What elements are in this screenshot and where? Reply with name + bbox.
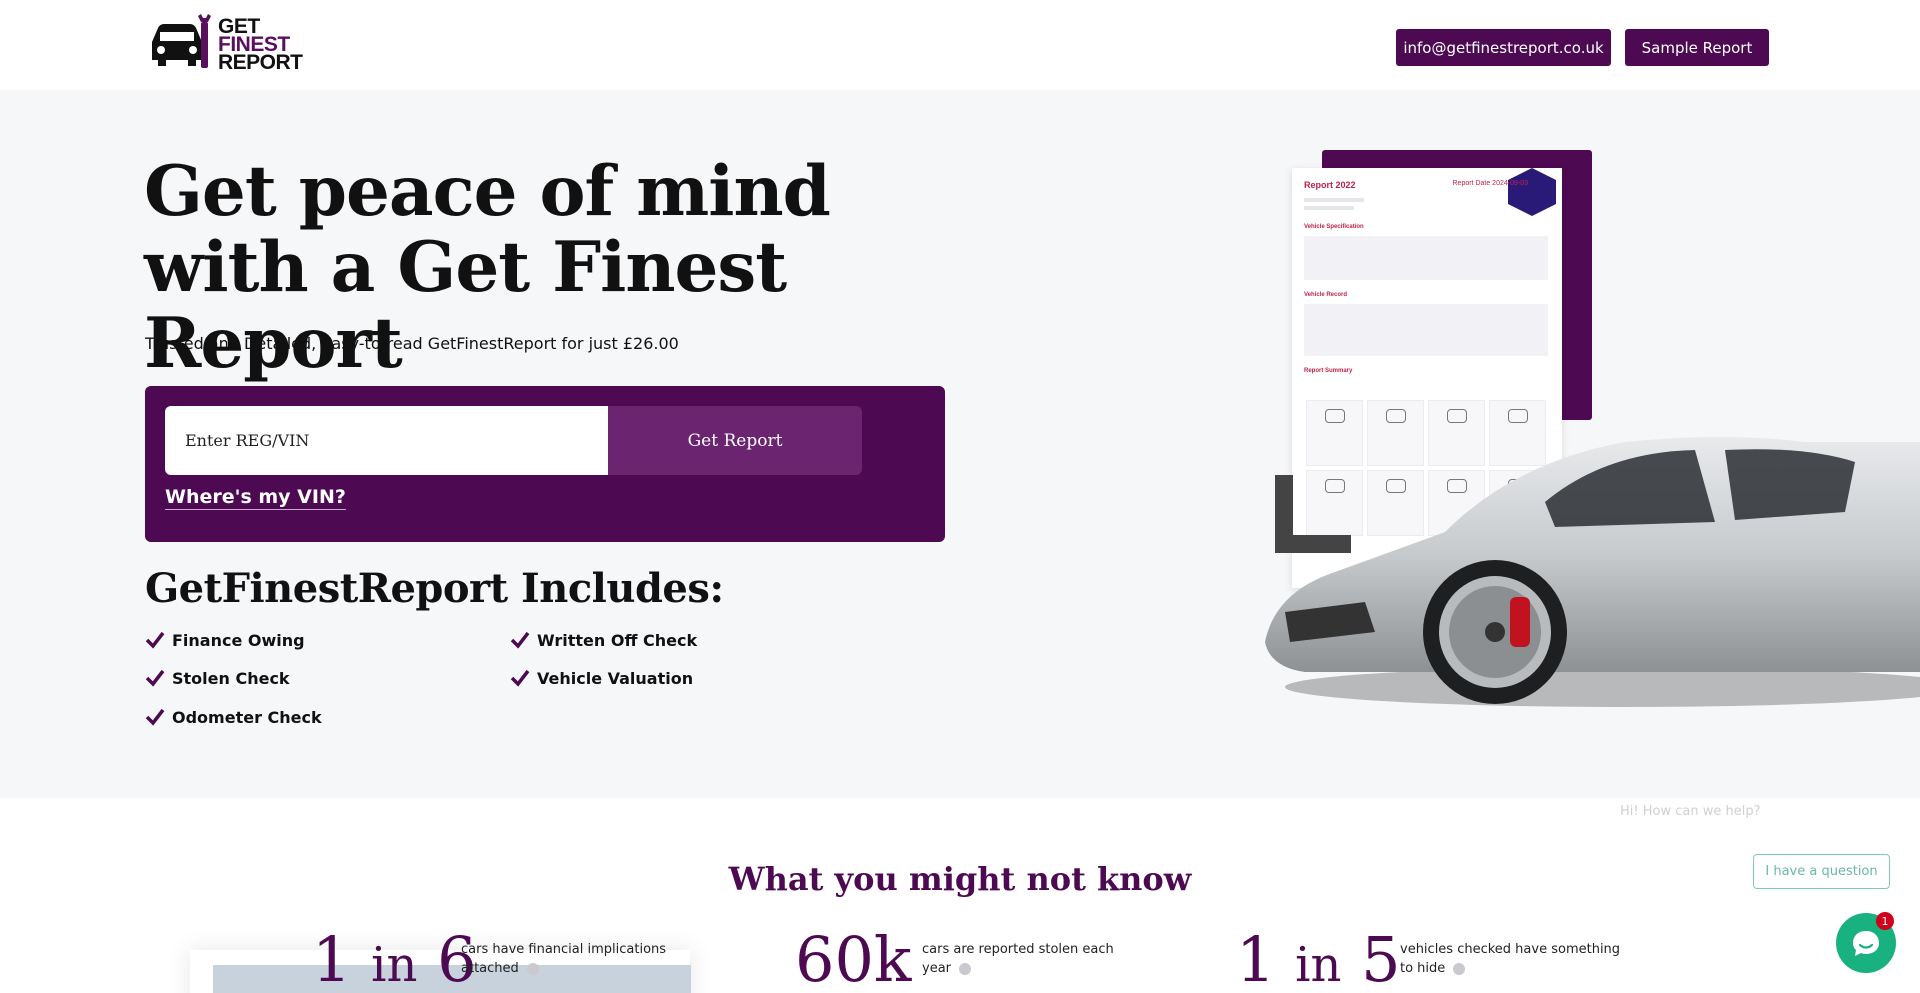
include-item: Stolen Check — [145, 668, 290, 688]
info-icon[interactable] — [1453, 962, 1466, 975]
have-question-button[interactable]: I have a question — [1753, 854, 1890, 889]
stat-number-part: in — [1295, 937, 1342, 993]
checkmark-icon — [145, 669, 165, 687]
report-section-heading: Vehicle Specification — [1304, 224, 1364, 230]
unread-badge: 1 — [1876, 912, 1894, 930]
hero-subtitle: Trusted and Detailed, Easy-to-read GetFi… — [145, 334, 679, 353]
report-table — [1304, 304, 1548, 356]
report-section-heading: Report Summary — [1304, 368, 1353, 374]
info-icon[interactable] — [959, 962, 972, 975]
include-item-label: Stolen Check — [172, 668, 290, 688]
reg-vin-input[interactable] — [165, 406, 608, 475]
checkmark-icon — [510, 669, 530, 687]
logo-text: GET FINEST REPORT — [218, 16, 303, 74]
info-icon[interactable] — [526, 962, 539, 975]
stat-number-part: 60k — [795, 923, 912, 993]
stat-description-text: cars are reported stolen each year — [922, 942, 1114, 976]
stat-number: 1 in 5 — [1236, 925, 1401, 993]
stat-description: vehicles checked have something to hide — [1400, 940, 1630, 978]
include-item: Finance Owing — [145, 630, 305, 650]
include-item-label: Finance Owing — [172, 630, 305, 650]
stat-description: cars are reported stolen each year — [922, 940, 1122, 978]
includes-title: GetFinestReport Includes: — [145, 565, 724, 612]
report-preview-title: Report 2022 — [1304, 180, 1356, 190]
stat-number-part: 5 — [1361, 923, 1401, 993]
wheres-my-vin-link[interactable]: Where's my VIN? — [165, 486, 346, 510]
report-table — [1304, 236, 1548, 280]
hero-section: Get peace of mind with a Get Finest Repo… — [0, 90, 1920, 798]
report-section-heading: Vehicle Record — [1304, 292, 1348, 298]
logo[interactable]: GET FINEST REPORT — [148, 14, 303, 74]
checkmark-icon — [145, 631, 165, 649]
porsche-car-image — [1265, 437, 1920, 707]
include-item-label: Written Off Check — [537, 630, 698, 650]
include-item-label: Odometer Check — [172, 707, 322, 727]
checkmark-icon — [145, 708, 165, 726]
site-header: GET FINEST REPORT info@getfinestreport.c… — [0, 0, 1920, 90]
stat-number-part: 1 — [1236, 923, 1276, 993]
include-item: Vehicle Valuation — [510, 668, 693, 688]
sample-report-button[interactable]: Sample Report — [1625, 29, 1769, 66]
chat-greeting: Hi! How can we help? — [1620, 804, 1761, 819]
reg-search-panel: Get Report Where's my VIN? — [145, 386, 945, 542]
stats-title: What you might not know — [728, 860, 1192, 898]
include-item-label: Vehicle Valuation — [537, 668, 694, 688]
email-button[interactable]: info@getfinestreport.co.uk — [1396, 29, 1611, 66]
car-wrench-logo-icon — [152, 14, 211, 68]
stat-number: 1 in 6 — [312, 925, 477, 993]
chat-bubble-icon — [1853, 931, 1879, 956]
logo-line3: REPORT — [218, 51, 303, 74]
include-item: Odometer Check — [145, 707, 322, 727]
get-report-button[interactable]: Get Report — [608, 406, 862, 475]
stat-number-part: 1 — [312, 923, 352, 993]
stat-description: cars have financial implications attache… — [461, 940, 721, 978]
stat-description-text: vehicles checked have something to hide — [1400, 942, 1621, 976]
report-row — [1304, 206, 1354, 210]
hexagon-decoration-icon — [1508, 168, 1556, 216]
report-row — [1304, 198, 1364, 202]
stat-number: 60k — [795, 925, 911, 993]
stat-description-text: cars have financial implications attache… — [461, 942, 667, 976]
include-item: Written Off Check — [510, 630, 697, 650]
report-preview-date: Report Date 2024-09-03 — [1452, 180, 1529, 187]
checkmark-icon — [510, 631, 530, 649]
stat-number-part: in — [371, 937, 418, 993]
